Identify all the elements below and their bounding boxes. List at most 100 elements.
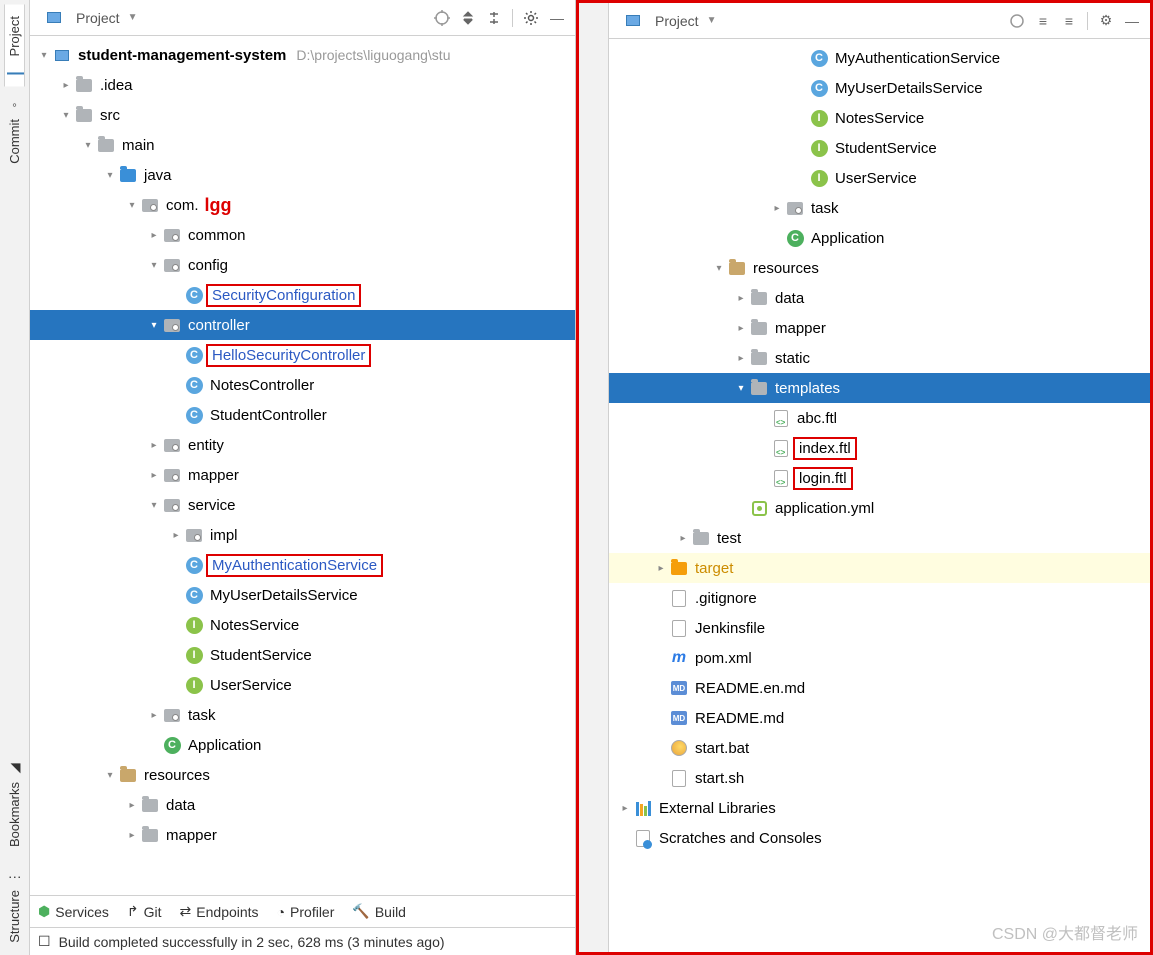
- package-icon: [162, 435, 182, 455]
- locate-icon[interactable]: [1005, 9, 1029, 33]
- status-icon: ☐: [38, 933, 51, 950]
- tree-item[interactable]: ▸impl: [30, 520, 575, 550]
- package-icon: [162, 705, 182, 725]
- tree-item[interactable]: CMyUserDetailsService: [30, 580, 575, 610]
- tree-item[interactable]: ▸.idea: [30, 70, 575, 100]
- tree-item[interactable]: application.yml: [609, 493, 1150, 523]
- tree-item[interactable]: login.ftl: [609, 463, 1150, 493]
- folder-icon: [74, 75, 94, 95]
- status-bar: ☐ Build completed successfully in 2 sec,…: [30, 927, 575, 955]
- collapse-all-icon[interactable]: [482, 6, 506, 30]
- tree-item[interactable]: CStudentController: [30, 400, 575, 430]
- tree-item[interactable]: ▾config: [30, 250, 575, 280]
- folder-icon: [749, 318, 769, 338]
- class-icon: C: [184, 405, 204, 425]
- tree-item[interactable]: start.sh: [609, 763, 1150, 793]
- project-icon: [44, 8, 64, 28]
- tree-item[interactable]: .gitignore: [609, 583, 1150, 613]
- footer-tab-endpoints[interactable]: ⇄Endpoints: [180, 903, 259, 920]
- tree-item[interactable]: Jenkinsfile: [609, 613, 1150, 643]
- tree-item[interactable]: ▾java: [30, 160, 575, 190]
- tree-item[interactable]: start.bat: [609, 733, 1150, 763]
- folder-icon: [691, 528, 711, 548]
- tree-item[interactable]: CMyAuthenticationService: [609, 43, 1150, 73]
- tree-item[interactable]: ▸mapper: [609, 313, 1150, 343]
- footer-tab-git[interactable]: ↱Git: [127, 903, 162, 920]
- tree-item[interactable]: CApplication: [609, 223, 1150, 253]
- tree-item[interactable]: ▸entity: [30, 430, 575, 460]
- interface-icon: I: [809, 108, 829, 128]
- left-panel: Project Commit◦ Bookmarks◣ Structure⋮ Pr…: [0, 0, 576, 955]
- left-tree[interactable]: ▾student-management-systemD:\projects\li…: [30, 36, 575, 895]
- tree-item[interactable]: CSecurityConfiguration: [30, 280, 575, 310]
- interface-icon: I: [184, 675, 204, 695]
- expand-all-icon[interactable]: ≡: [1031, 9, 1055, 33]
- tree-item-selected[interactable]: ▾controller: [30, 310, 575, 340]
- project-dropdown[interactable]: Project ▼: [36, 6, 145, 30]
- file-icon: [669, 618, 689, 638]
- tree-item[interactable]: ▾main: [30, 130, 575, 160]
- tree-item[interactable]: ▸common: [30, 220, 575, 250]
- sidebar-tab-structure[interactable]: Structure⋮: [5, 859, 24, 955]
- tree-root[interactable]: ▾student-management-systemD:\projects\li…: [30, 40, 575, 70]
- locate-icon[interactable]: [430, 6, 454, 30]
- tree-item[interactable]: INotesService: [609, 103, 1150, 133]
- right-header: Project ▼ ≡ ≡ ⚙ —: [609, 3, 1150, 39]
- hide-icon[interactable]: —: [545, 6, 569, 30]
- sidebar-tab-commit[interactable]: Commit◦: [5, 86, 24, 176]
- tree-item[interactable]: IUserService: [30, 670, 575, 700]
- collapse-all-icon[interactable]: ≡: [1057, 9, 1081, 33]
- right-content: Project ▼ ≡ ≡ ⚙ — CMyAuthenticationServi…: [609, 3, 1150, 952]
- tree-item[interactable]: CMyAuthenticationService: [30, 550, 575, 580]
- footer-tab-profiler[interactable]: ◔Profiler: [277, 904, 335, 920]
- settings-icon[interactable]: ⚙: [1094, 9, 1118, 33]
- tree-item[interactable]: IStudentService: [609, 133, 1150, 163]
- tree-item[interactable]: Scratches and Consoles: [609, 823, 1150, 853]
- tree-item[interactable]: ▸static: [609, 343, 1150, 373]
- tree-item[interactable]: ▸data: [30, 790, 575, 820]
- tree-item[interactable]: CApplication: [30, 730, 575, 760]
- tree-item-selected[interactable]: ▾templates: [609, 373, 1150, 403]
- tree-item[interactable]: ▸task: [30, 700, 575, 730]
- tree-item[interactable]: INotesService: [30, 610, 575, 640]
- ftl-file-icon: [771, 468, 791, 488]
- package-icon: [162, 315, 182, 335]
- tree-item[interactable]: ▸mapper: [30, 460, 575, 490]
- tree-item[interactable]: ▾service: [30, 490, 575, 520]
- tree-item[interactable]: ▾src: [30, 100, 575, 130]
- package-icon: [162, 225, 182, 245]
- tree-item[interactable]: CMyUserDetailsService: [609, 73, 1150, 103]
- settings-icon[interactable]: [519, 6, 543, 30]
- expand-all-icon[interactable]: [456, 6, 480, 30]
- project-dropdown[interactable]: Project ▼: [615, 9, 724, 33]
- hide-icon[interactable]: —: [1120, 9, 1144, 33]
- interface-icon: I: [184, 645, 204, 665]
- tree-item[interactable]: CNotesController: [30, 370, 575, 400]
- tree-item[interactable]: ▾resources: [30, 760, 575, 790]
- class-icon: C: [809, 78, 829, 98]
- footer-tab-build[interactable]: 🔨Build: [352, 903, 406, 920]
- tree-item[interactable]: ▸data: [609, 283, 1150, 313]
- tree-item[interactable]: ▾com.lgg: [30, 190, 575, 220]
- tree-item[interactable]: index.ftl: [609, 433, 1150, 463]
- tree-item[interactable]: MDREADME.md: [609, 703, 1150, 733]
- tree-item[interactable]: CHelloSecurityController: [30, 340, 575, 370]
- tree-item[interactable]: IUserService: [609, 163, 1150, 193]
- sidebar-tab-project[interactable]: Project: [4, 4, 25, 86]
- footer-tab-services[interactable]: ⬢Services: [38, 903, 109, 920]
- source-folder-icon: [118, 165, 138, 185]
- tree-item[interactable]: ▸mapper: [30, 820, 575, 850]
- right-tree[interactable]: CMyAuthenticationService CMyUserDetailsS…: [609, 39, 1150, 952]
- tree-item[interactable]: ▾resources: [609, 253, 1150, 283]
- tree-item[interactable]: ▸target: [609, 553, 1150, 583]
- tree-item[interactable]: mpom.xml: [609, 643, 1150, 673]
- tree-item[interactable]: IStudentService: [30, 640, 575, 670]
- tree-item[interactable]: ▸task: [609, 193, 1150, 223]
- tree-item[interactable]: MDREADME.en.md: [609, 673, 1150, 703]
- tree-item[interactable]: ▸test: [609, 523, 1150, 553]
- class-icon: C: [809, 48, 829, 68]
- sidebar-tab-bookmarks[interactable]: Bookmarks◣: [5, 749, 24, 859]
- tree-item[interactable]: ▸External Libraries: [609, 793, 1150, 823]
- tree-item[interactable]: abc.ftl: [609, 403, 1150, 433]
- runnable-class-icon: C: [785, 228, 805, 248]
